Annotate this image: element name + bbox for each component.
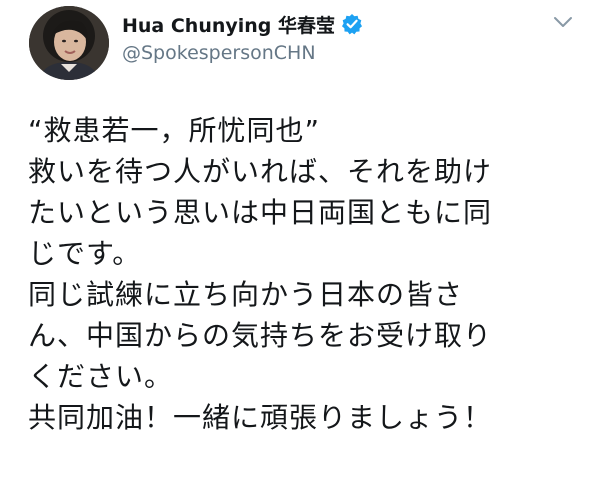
tweet-line: “救患若一，所忧同也” [28,114,321,147]
tweet-line: 共同加油！一緒に頑張りましょう！ [28,401,493,434]
tweet-line: たいという思いは中日両国ともに同 [28,196,493,229]
tweet-line: じです。 [28,237,142,270]
verified-badge-icon [341,13,363,35]
tweet-line: ください。 [28,360,174,393]
tweet-line: 救いを待つ人がいれば、それを助け [28,155,493,188]
tweet-line: 同じ試練に立ち向かう日本の皆さ [28,278,464,311]
tweet-card: Hua Chunying 华春莹 @SpokespersonCHN “救患若一，… [0,0,594,490]
display-name[interactable]: Hua Chunying 华春莹 [122,11,335,38]
tweet-line: ん、中国からの気持ちをお受け取り [28,319,493,352]
tweet-text: “救患若一，所忧同也” 救いを待つ人がいれば、それを助け たいという思いは中日両… [28,110,588,438]
user-handle[interactable]: @SpokespersonCHN [122,42,316,64]
author-name-row[interactable]: Hua Chunying 华春莹 [122,10,363,38]
avatar[interactable] [29,6,109,80]
chevron-down-icon[interactable] [553,14,573,28]
